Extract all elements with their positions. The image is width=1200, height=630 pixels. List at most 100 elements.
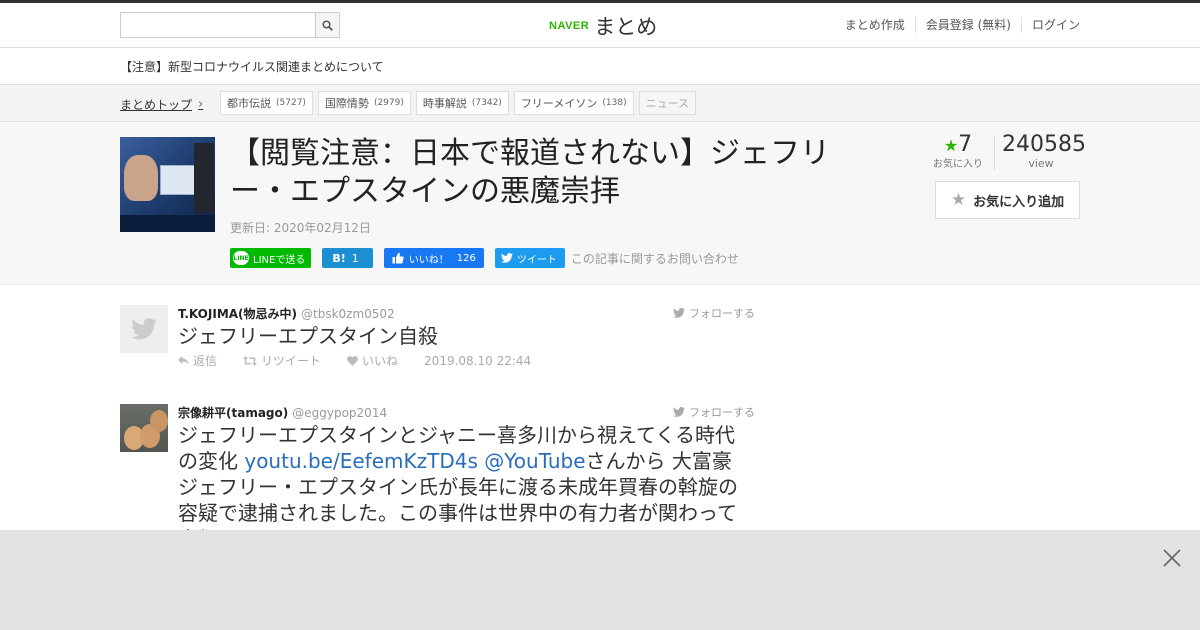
youtube-link[interactable]: youtu.be/EefemKzTD4s bbox=[244, 449, 478, 473]
follow-button[interactable]: フォローする bbox=[673, 305, 755, 321]
fb-like-label: いいね！ bbox=[408, 254, 449, 266]
tag-count: (5727) bbox=[276, 98, 306, 108]
notice-bar: 【注意】新型コロナウイルス関連まとめについて bbox=[0, 48, 1200, 85]
views-stat: 240585 view bbox=[1002, 132, 1086, 170]
like-button[interactable]: いいね bbox=[347, 352, 411, 369]
ad-overlay bbox=[0, 530, 1200, 630]
updated-date: 更新日: 2020年02月12日 bbox=[230, 221, 371, 235]
hatena-count: 1 bbox=[351, 251, 359, 265]
tag-count: (2979) bbox=[373, 98, 404, 108]
tag-jiji-kaisetsu[interactable]: 時事解説 (7342) bbox=[415, 91, 509, 115]
share-buttons: LINE LINEで送る B! 1 いいね！ 126 ツイート この記事に関する… bbox=[230, 248, 739, 268]
category-bar: まとめトップ › 都市伝説 (5727) 国際情勢 (2979) 時事解説 (7342… bbox=[0, 85, 1200, 122]
tag-label: 国際情勢 bbox=[324, 97, 369, 110]
reply-icon bbox=[178, 356, 189, 365]
reply-label: 返信 bbox=[193, 354, 218, 368]
retweet-label: リツイート bbox=[261, 354, 322, 368]
tweet-card: 宗像耕平(tamago) @eggypop2014 フォローする ジェフリーエプス… bbox=[120, 404, 760, 530]
views-count: 240585 bbox=[1002, 132, 1086, 157]
search-icon bbox=[322, 19, 333, 31]
avatar[interactable] bbox=[120, 305, 168, 353]
heart-icon bbox=[347, 355, 358, 366]
retweet-button[interactable]: リツイート bbox=[243, 352, 334, 369]
thumbs-up-icon bbox=[392, 252, 404, 264]
retweet-icon bbox=[243, 355, 258, 366]
register-link[interactable]: 会員登録 (無料) bbox=[914, 17, 1021, 33]
search-input[interactable] bbox=[120, 12, 316, 38]
tag-label: ニュース bbox=[645, 97, 690, 110]
chevron-right-icon: › bbox=[198, 97, 204, 112]
thumbnail-face bbox=[124, 155, 158, 201]
close-icon[interactable] bbox=[1162, 548, 1182, 568]
tweet-text: ジェフリーエプスタイン自殺 bbox=[178, 324, 438, 348]
stats-divider bbox=[994, 136, 995, 170]
tweet-date[interactable]: 2019.08.10 22:44 bbox=[424, 352, 531, 369]
author-handle: @eggypop2014 bbox=[292, 406, 388, 420]
line-share-button[interactable]: LINE LINEで送る bbox=[230, 248, 312, 268]
thumbnail-bar bbox=[120, 215, 215, 232]
hatena-icon: B! bbox=[332, 251, 346, 265]
create-matome-link[interactable]: まとめ作成 bbox=[835, 17, 915, 33]
article-thumbnail bbox=[120, 137, 215, 232]
header-nav: まとめ作成 会員登録 (無料) ログイン bbox=[835, 17, 1080, 33]
facebook-like-button[interactable]: いいね！ 126 bbox=[383, 248, 484, 268]
avatar[interactable] bbox=[120, 404, 168, 452]
tweet-card: T.KOJIMA(物忌み中) @tbsk0zm0502 フォローする ジェフリーエ… bbox=[120, 305, 760, 375]
article-inquiry-link[interactable]: この記事に関するお問い合わせ bbox=[571, 250, 739, 267]
author-name: T.KOJIMA(物忌み中) bbox=[178, 307, 298, 321]
author-handle: @tbsk0zm0502 bbox=[301, 307, 395, 321]
tag-news[interactable]: ニュース bbox=[638, 91, 697, 115]
add-favorite-label: お気に入り追加 bbox=[973, 194, 1065, 210]
breadcrumb-top-link[interactable]: まとめトップ bbox=[120, 96, 192, 113]
covid-notice-link[interactable]: 【注意】新型コロナウイルス関連まとめについて bbox=[120, 58, 384, 75]
reply-button[interactable]: 返信 bbox=[178, 352, 230, 369]
star-icon: ★ bbox=[943, 136, 959, 155]
article-stats: ★7 お気に入り 240585 view bbox=[922, 132, 1086, 177]
follow-label: フォローする bbox=[689, 307, 755, 320]
line-icon: LINE bbox=[233, 251, 249, 265]
article-header: 【閲覧注意：日本で報道されない】ジェフリー・エプスタインの悪魔崇拝 更新日: 2… bbox=[0, 122, 1200, 285]
star-outline-icon: ★ bbox=[950, 190, 967, 210]
thumbnail-person bbox=[194, 143, 214, 213]
add-favorite-button[interactable]: ★ お気に入り追加 bbox=[935, 181, 1080, 219]
tag-count: (7342) bbox=[471, 98, 502, 108]
like-label: いいね bbox=[362, 354, 399, 368]
tweet-label: ツイート bbox=[516, 254, 557, 266]
search-button[interactable] bbox=[315, 12, 340, 38]
twitter-bird-icon bbox=[500, 253, 513, 263]
favorites-stat: ★7 お気に入り bbox=[922, 132, 994, 171]
tweet-button[interactable]: ツイート bbox=[494, 248, 565, 268]
tag-count: (138) bbox=[602, 98, 627, 108]
logo-matome-text: まとめ bbox=[594, 15, 658, 39]
favorites-count: 7 bbox=[958, 132, 973, 157]
tag-label: 都市伝説 bbox=[227, 97, 271, 110]
tag-toshi-densetsu[interactable]: 都市伝説 (5727) bbox=[220, 91, 313, 115]
fb-like-count: 126 bbox=[456, 252, 476, 264]
tweet-author[interactable]: 宗像耕平(tamago) @eggypop2014 bbox=[178, 404, 387, 421]
category-tags: 都市伝説 (5727) 国際情勢 (2979) 時事解説 (7342) フリーメイソン… bbox=[220, 91, 701, 115]
logo-naver-text: NAVER bbox=[549, 20, 590, 32]
views-label: view bbox=[1028, 157, 1054, 170]
tag-freemason[interactable]: フリーメイソン (138) bbox=[513, 91, 634, 115]
egg-shape bbox=[150, 410, 168, 432]
youtube-mention-link[interactable]: @YouTube bbox=[478, 449, 585, 473]
twitter-bird-icon bbox=[131, 318, 157, 340]
tag-kokusai-jousei[interactable]: 国際情勢 (2979) bbox=[317, 91, 411, 115]
follow-label: フォローする bbox=[689, 406, 755, 419]
hatena-bookmark-button[interactable]: B! 1 bbox=[322, 248, 373, 268]
twitter-bird-icon bbox=[673, 407, 685, 417]
naver-matome-logo[interactable]: NAVER まとめ bbox=[549, 11, 657, 41]
tag-label: フリーメイソン bbox=[520, 97, 598, 110]
article-title: 【閲覧注意：日本で報道されない】ジェフリー・エプスタインの悪魔崇拝 bbox=[230, 136, 830, 209]
tweet-actions: 返信 リツイート いいね 2019.08.10 22:44 bbox=[178, 352, 544, 369]
tweet-text: ジェフリーエプスタインとジャニー喜多川から視えてくる時代の変化 youtu.be… bbox=[178, 422, 748, 530]
line-share-label: LINEで送る bbox=[253, 254, 306, 266]
tweet-author[interactable]: T.KOJIMA(物忌み中) @tbsk0zm0502 bbox=[178, 305, 395, 322]
thumbnail-poster bbox=[160, 165, 198, 195]
breadcrumb[interactable]: まとめトップ › bbox=[120, 96, 203, 113]
site-header: NAVER まとめ まとめ作成 会員登録 (無料) ログイン bbox=[0, 3, 1200, 48]
author-name: 宗像耕平(tamago) bbox=[178, 406, 289, 420]
login-link[interactable]: ログイン bbox=[1020, 17, 1080, 33]
follow-button[interactable]: フォローする bbox=[673, 404, 755, 420]
favorites-label: お気に入り bbox=[933, 159, 983, 170]
